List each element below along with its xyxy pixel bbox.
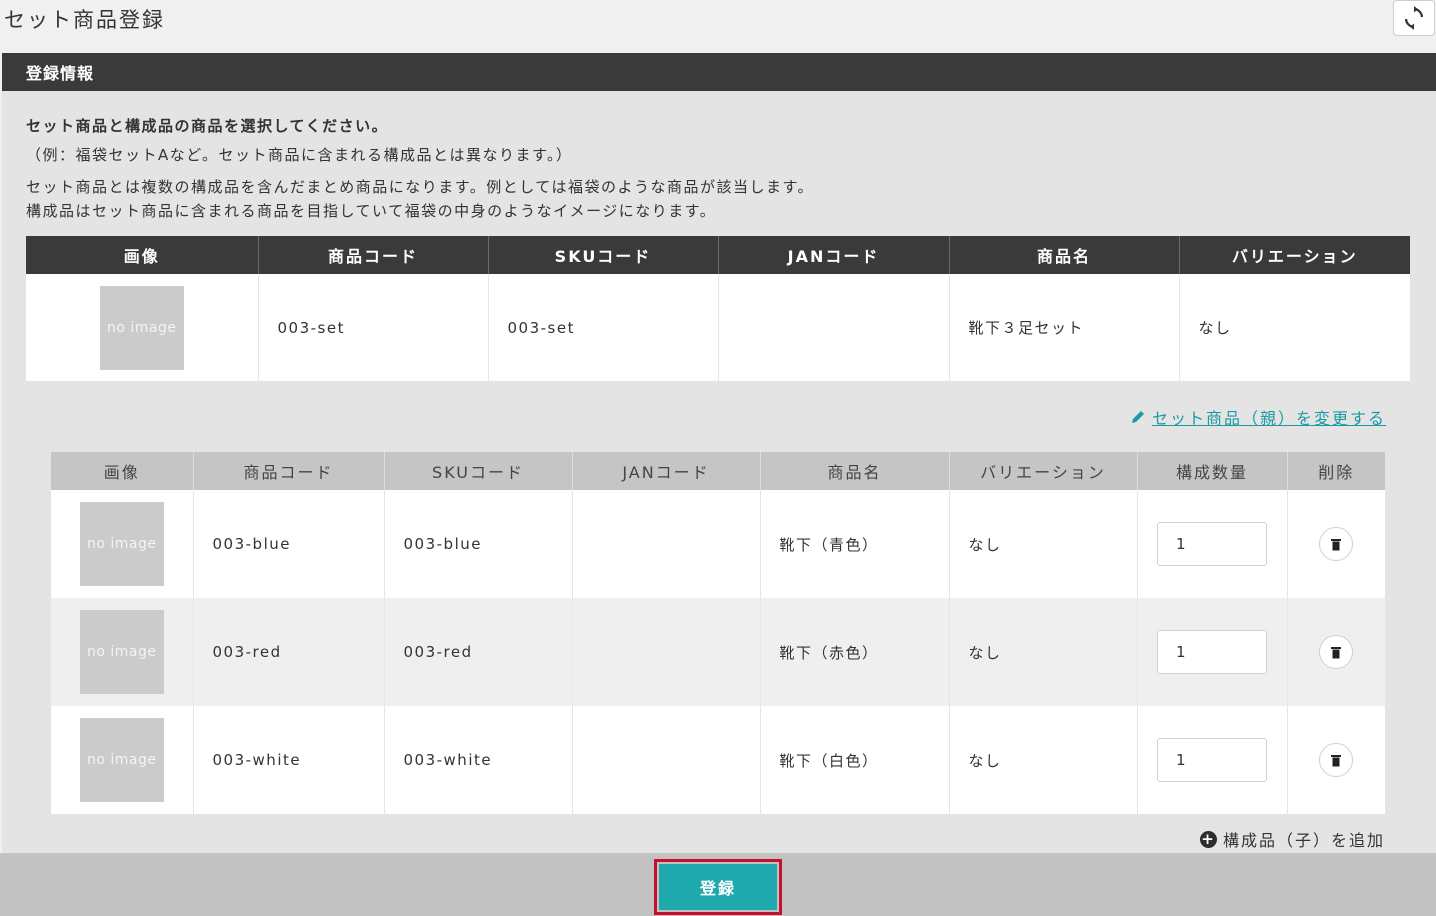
add-child-button[interactable]: + 構成品（子）を追加 (1200, 827, 1385, 851)
plus-circle-icon: + (1200, 829, 1217, 848)
column-header-jan-code: JANコード (572, 452, 761, 490)
submit-highlight-frame: 登録 (654, 859, 782, 915)
child-table-header-row: 画像 商品コード SKUコード JANコード 商品名 バリエーション 構成数量 … (51, 452, 1385, 490)
column-header-image: 画像 (51, 452, 194, 490)
table-row: no image 003-red 003-red 靴下（赤色） なし (51, 598, 1385, 706)
column-header-product-name: 商品名 (949, 236, 1180, 274)
product-code-cell: 003-red (193, 598, 385, 706)
column-header-sku-code: SKUコード (384, 452, 573, 490)
product-image-placeholder: no image (79, 610, 164, 694)
product-code-cell: 003-set (258, 274, 489, 381)
variation-cell: なし (949, 598, 1138, 706)
table-row: no image 003-blue 003-blue 靴下（青色） なし (51, 490, 1385, 598)
column-header-sku-code: SKUコード (488, 236, 719, 274)
sku-code-cell: 003-set (488, 274, 719, 381)
quantity-input[interactable] (1157, 630, 1267, 674)
pencil-icon (1132, 411, 1144, 423)
trash-icon (1331, 538, 1342, 550)
jan-code-cell (572, 490, 761, 598)
panel-header: 登録情報 (2, 53, 1436, 91)
trash-icon (1331, 754, 1342, 766)
variation-cell: なし (949, 490, 1138, 598)
quantity-input[interactable] (1157, 522, 1267, 566)
column-header-image: 画像 (26, 236, 259, 274)
sku-code-cell: 003-white (384, 706, 573, 814)
jan-code-cell (572, 598, 761, 706)
column-header-product-code: 商品コード (258, 236, 489, 274)
registration-panel: 登録情報 セット商品と構成品の商品を選択してください。 （例：福袋セットAなど。… (2, 53, 1436, 853)
parent-table-header-row: 画像 商品コード SKUコード JANコード 商品名 バリエーション (26, 236, 1410, 274)
trash-icon (1331, 646, 1342, 658)
description-line-2: 構成品はセット商品に含まれる商品を目指していて福袋の中身のようなイメージになりま… (26, 202, 717, 220)
delete-row-button[interactable] (1319, 743, 1354, 777)
product-image-placeholder: no image (99, 285, 184, 370)
sku-code-cell: 003-red (384, 598, 573, 706)
description-line-1: セット商品とは複数の構成品を含んだまとめ商品になります。例としては福袋のような商… (26, 178, 814, 196)
add-child-label: 構成品（子）を追加 (1223, 831, 1386, 850)
page-title: セット商品登録 (4, 8, 165, 32)
column-header-jan-code: JANコード (718, 236, 950, 274)
variation-cell: なし (1198, 319, 1232, 337)
parent-product-row: no image 003-set 003-set 靴下３足セット なし (26, 274, 1410, 381)
column-header-product-name: 商品名 (760, 452, 950, 490)
product-name-cell: 靴下３足セット (949, 274, 1180, 381)
column-header-delete: 削除 (1287, 452, 1385, 490)
refresh-icon (1404, 6, 1424, 30)
submit-button[interactable]: 登録 (659, 864, 777, 910)
variation-cell: なし (949, 706, 1138, 814)
column-header-variation: バリエーション (1179, 236, 1410, 274)
product-code-cell: 003-white (193, 706, 385, 814)
delete-row-button[interactable] (1319, 635, 1354, 669)
child-product-table: 画像 商品コード SKUコード JANコード 商品名 バリエーション 構成数量 … (51, 452, 1385, 814)
column-header-quantity: 構成数量 (1137, 452, 1288, 490)
jan-code-cell (572, 706, 761, 814)
product-code-cell: 003-blue (193, 490, 385, 598)
product-image-placeholder: no image (79, 718, 164, 802)
column-header-variation: バリエーション (949, 452, 1138, 490)
refresh-button[interactable] (1393, 0, 1435, 36)
change-parent-link-label: セット商品（親）を変更する (1152, 409, 1387, 428)
product-name-cell: 靴下（白色） (760, 706, 950, 814)
delete-row-button[interactable] (1319, 527, 1354, 561)
instruction-text: セット商品と構成品の商品を選択してください。 (26, 117, 389, 135)
quantity-input[interactable] (1157, 738, 1267, 782)
change-parent-link[interactable]: セット商品（親）を変更する (1130, 405, 1386, 429)
sku-code-cell: 003-blue (384, 490, 573, 598)
product-image-placeholder: no image (79, 502, 164, 586)
example-text: （例：福袋セットAなど。セット商品に含まれる構成品とは異なります。） (26, 146, 573, 164)
column-header-product-code: 商品コード (193, 452, 385, 490)
product-name-cell: 靴下（赤色） (760, 598, 950, 706)
parent-product-table: 画像 商品コード SKUコード JANコード 商品名 バリエーション no im… (26, 236, 1410, 381)
jan-code-cell (718, 274, 950, 381)
product-name-cell: 靴下（青色） (760, 490, 950, 598)
table-row: no image 003-white 003-white 靴下（白色） なし (51, 706, 1385, 814)
